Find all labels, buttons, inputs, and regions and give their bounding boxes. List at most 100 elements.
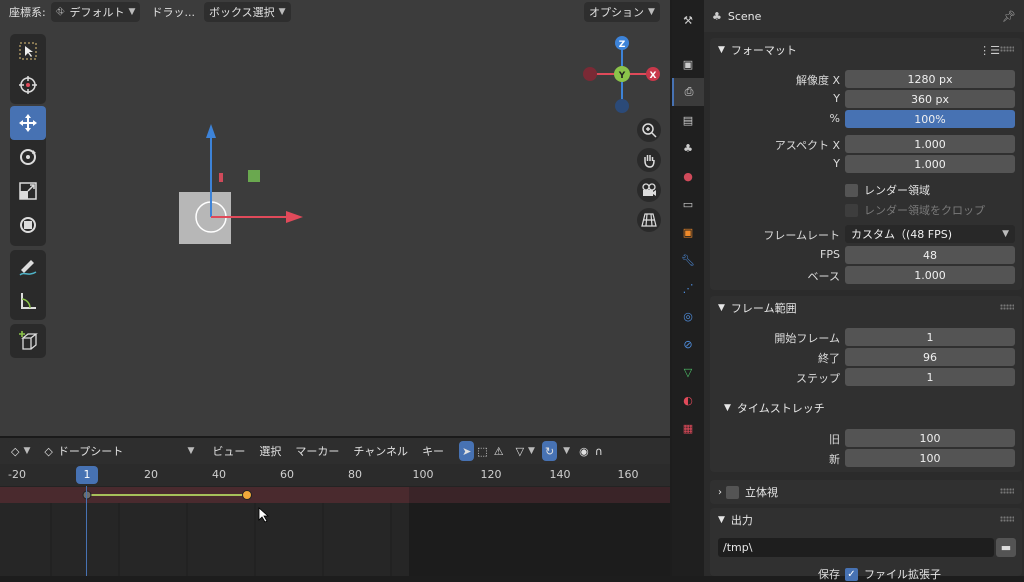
drag-grip-icon[interactable]	[1000, 516, 1014, 522]
stereoscopy-panel[interactable]: › 立体視	[710, 480, 1022, 504]
tab-output[interactable]: ⎙	[672, 78, 704, 106]
frame-range-panel-header[interactable]: ▼ フレーム範囲	[710, 296, 1022, 320]
gizmo-neg-z-button[interactable]	[615, 99, 629, 113]
tab-tool[interactable]: ⚒	[672, 6, 704, 34]
frame-start-field[interactable]: 1	[845, 328, 1015, 346]
stereoscopy-checkbox[interactable]	[726, 485, 739, 499]
select-mode-dropdown[interactable]: ボックス選択 ▼	[203, 2, 291, 22]
frame-step-row: ステップ 1	[710, 368, 1022, 386]
x-axis-arrow[interactable]	[286, 211, 303, 223]
render-region-checkbox[interactable]: レンダー領域	[845, 182, 930, 198]
current-frame-indicator[interactable]: 1	[76, 466, 98, 484]
perspective-toggle-button[interactable]	[637, 208, 661, 232]
menu-marker[interactable]: マーカー	[288, 443, 346, 459]
resolution-y-field[interactable]: 360 px	[845, 90, 1015, 108]
pan-button[interactable]	[637, 148, 661, 172]
measure-tool[interactable]	[10, 284, 46, 318]
time-stretch-header[interactable]: ▼ タイムストレッチ	[724, 398, 825, 418]
falloff-dropdown[interactable]: ∩	[592, 441, 606, 461]
move-tool[interactable]	[10, 106, 46, 140]
auto-snap-toggle[interactable]: ↻	[541, 441, 558, 461]
z-axis-arrow[interactable]	[206, 124, 216, 138]
frame-ruler[interactable]: -20 20 40 60 80 100 120 140 160	[0, 464, 670, 486]
checker-icon: ▦	[682, 421, 694, 435]
tab-collection[interactable]: ▭	[672, 190, 704, 218]
rotate-tool[interactable]	[10, 140, 46, 174]
gizmo-neg-x-button[interactable]	[583, 67, 597, 81]
tab-data[interactable]: ▽	[672, 358, 704, 386]
snap-dropdown[interactable]: ▼	[557, 441, 572, 461]
drag-label[interactable]: ドラッ...	[146, 2, 200, 22]
stereoscopy-title: 立体視	[745, 486, 778, 499]
tab-scene[interactable]: ♣	[672, 134, 704, 162]
tab-object[interactable]: ▣	[672, 218, 704, 246]
add-cube-tool[interactable]	[10, 324, 46, 358]
tab-modifiers[interactable]: 🔧︎	[672, 246, 704, 274]
tab-texture[interactable]: ▦	[672, 414, 704, 442]
menu-channel[interactable]: チャンネル	[346, 443, 415, 459]
time-old-field[interactable]: 100	[845, 429, 1015, 447]
channel-region[interactable]	[0, 503, 670, 576]
navigation-gizmo[interactable]: Z X Y	[580, 34, 666, 116]
menu-view[interactable]: ビュー	[205, 443, 252, 459]
object-transform-gizmo[interactable]	[170, 120, 320, 250]
tab-world[interactable]: ●	[672, 162, 704, 190]
tab-view-layer[interactable]: ▤	[672, 106, 704, 134]
aspect-y-field[interactable]: 1.000	[845, 155, 1015, 173]
annotate-tool[interactable]	[10, 250, 46, 284]
drag-grip-icon[interactable]	[1000, 304, 1014, 310]
keyframe-start[interactable]	[82, 490, 92, 500]
zoom-button[interactable]	[637, 118, 661, 142]
filter-dropdown[interactable]: ▽ ▼	[513, 441, 538, 461]
drag-grip-icon[interactable]	[1000, 488, 1014, 494]
only-errors-toggle[interactable]: ⚠	[491, 441, 507, 461]
output-path-input[interactable]: /tmp\	[718, 538, 994, 557]
transform-tool[interactable]	[10, 208, 46, 242]
tab-physics[interactable]: ◎	[672, 302, 704, 330]
fps-field[interactable]: 48	[845, 246, 1015, 264]
time-new-field[interactable]: 100	[845, 449, 1015, 467]
drag-grip-icon[interactable]	[1000, 46, 1014, 52]
file-extension-checkbox[interactable]: ✓ ファイル拡張子	[845, 566, 941, 582]
percent-slider[interactable]: 100%	[845, 110, 1015, 128]
browse-folder-button[interactable]: ▬	[996, 538, 1016, 557]
grid-icon	[641, 213, 657, 227]
tab-constraints[interactable]: ⊘	[672, 330, 704, 358]
presets-list-icon[interactable]: ⋮☰	[979, 44, 1000, 57]
resolution-x-field[interactable]: 1280 px	[845, 70, 1015, 88]
menu-select[interactable]: 選択	[252, 443, 288, 459]
y-plane-handle[interactable]	[248, 170, 260, 182]
dope-sheet-editor[interactable]: ◇ ▼ ◇ ドープシート ▼ ビュー 選択 マーカー チャンネル キー ➤ ⬚ ⚠ …	[0, 438, 670, 576]
editor-type-dropdown[interactable]: ◇ ▼	[6, 441, 36, 461]
3d-viewport[interactable]: 座標系: ⛗ デフォルト ▼ ドラッ... ボックス選択 ▼ オプション ▼ Z…	[0, 0, 670, 436]
aspect-x-field[interactable]: 1.000	[845, 135, 1015, 153]
tab-render[interactable]: ▣	[672, 50, 704, 78]
framerate-dropdown[interactable]: カスタム（(48 FPS) ▼	[845, 225, 1015, 243]
output-panel-header[interactable]: ▼ 出力	[710, 508, 1022, 532]
keyframe-end[interactable]	[242, 490, 252, 500]
pin-icon[interactable]: 📌︎	[1002, 10, 1016, 23]
frame-end-field[interactable]: 96	[845, 348, 1015, 366]
stereoscopy-panel-header[interactable]: › 立体視	[710, 480, 1022, 504]
frame-step-field[interactable]: 1	[845, 368, 1015, 386]
scale-tool[interactable]	[10, 174, 46, 208]
scene-icon: ♣	[712, 9, 722, 23]
cursor-tool[interactable]	[10, 68, 46, 102]
mode-dropdown[interactable]: ◇ ドープシート ▼	[39, 441, 200, 461]
camera-view-button[interactable]	[637, 178, 661, 202]
tab-particles[interactable]: ⋰	[672, 274, 704, 302]
show-hidden-toggle[interactable]: ⬚	[474, 441, 490, 461]
orientation-dropdown[interactable]: ⛗ デフォルト ▼	[50, 2, 141, 22]
format-panel-header[interactable]: ▼ フォーマット ⋮☰	[710, 38, 1022, 62]
only-selected-toggle[interactable]: ➤	[459, 441, 475, 461]
keyframe-track[interactable]	[0, 487, 670, 503]
x-plane-handle[interactable]	[219, 173, 223, 182]
properties-editor[interactable]: ♣ Scene 📌︎ ▼ フォーマット ⋮☰ 解像度 X 1280 px Y 3…	[704, 0, 1024, 581]
proportional-edit-toggle[interactable]: ◉	[576, 441, 592, 461]
tab-material[interactable]: ◐	[672, 386, 704, 414]
crop-region-checkbox[interactable]: レンダー領域をクロップ	[845, 202, 985, 218]
menu-key[interactable]: キー	[415, 443, 451, 459]
options-dropdown[interactable]: オプション ▼	[584, 2, 660, 22]
select-box-tool[interactable]	[10, 34, 46, 68]
base-field[interactable]: 1.000	[845, 266, 1015, 284]
